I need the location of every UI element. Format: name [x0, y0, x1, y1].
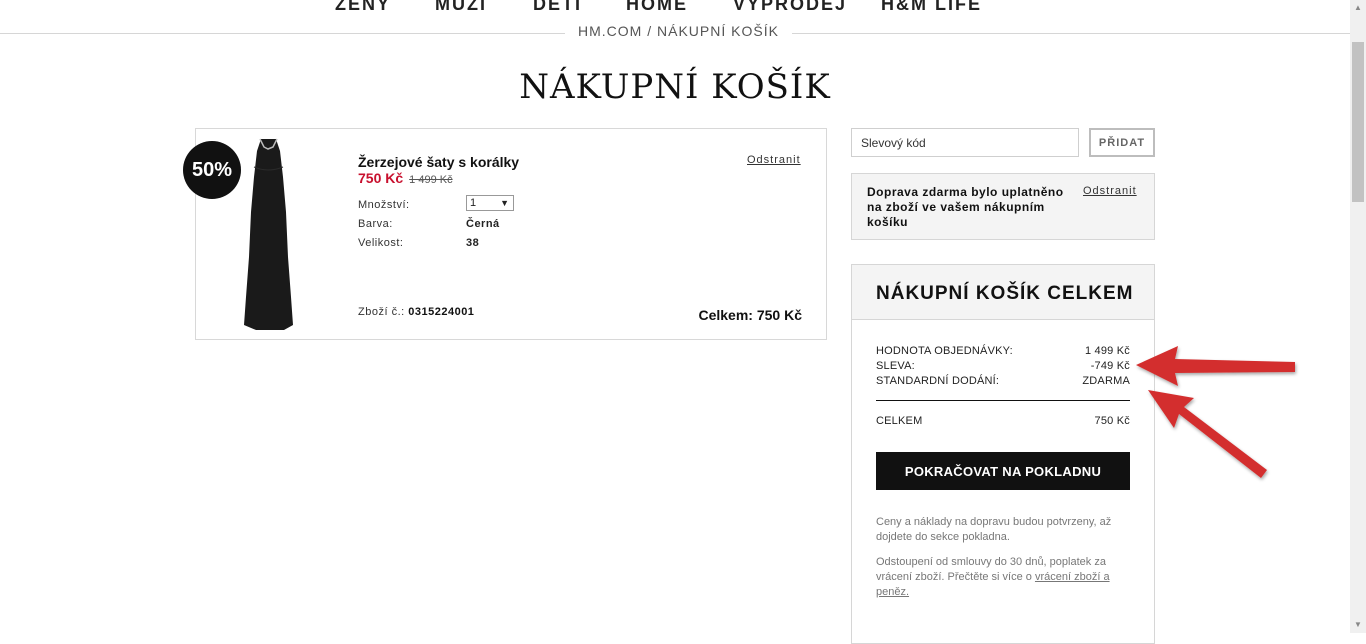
- discount-badge: 50%: [183, 141, 241, 199]
- add-promo-button[interactable]: PŘIDAT: [1089, 128, 1155, 157]
- summary-row-discount: SLEVA: -749 Kč: [876, 360, 1130, 372]
- free-shipping-text: Doprava zdarma bylo uplatněno na zboží v…: [867, 185, 1064, 229]
- cart-item: 50% Žerzejové šaty s korálky 750 Kč 1 499…: [183, 128, 827, 340]
- summary-row-value: 1 499 Kč: [1084, 345, 1130, 357]
- scroll-down-icon[interactable]: ▼: [1350, 617, 1366, 633]
- summary-row-label: STANDARDNÍ DODÁNÍ:: [876, 375, 1000, 387]
- page-title: NÁKUPNÍ KOŠÍK: [519, 67, 831, 107]
- summary-row-label: SLEVA:: [876, 360, 915, 372]
- checkout-button[interactable]: POKRAČOVAT NA POKLADNU: [876, 452, 1130, 490]
- summary-divider: [876, 400, 1130, 401]
- summary-row-value: -749 Kč: [1090, 360, 1130, 372]
- nav-item-men[interactable]: MUŽI: [435, 0, 487, 15]
- product-price: 750 Kč 1 499 Kč: [358, 170, 453, 188]
- nav-item-kids[interactable]: DĚTI: [533, 0, 582, 15]
- quantity-value: 1: [470, 197, 477, 209]
- nav-item-hm-life[interactable]: H&M LIFE: [881, 0, 982, 15]
- cart-summary: NÁKUPNÍ KOŠÍK CELKEM HODNOTA OBJEDNÁVKY:…: [851, 264, 1155, 644]
- summary-total-label: CELKEM: [876, 415, 923, 427]
- summary-title: NÁKUPNÍ KOŠÍK CELKEM: [876, 283, 1134, 304]
- color-label: Barva:: [358, 218, 393, 230]
- summary-row-shipping: STANDARDNÍ DODÁNÍ: ZDARMA: [876, 375, 1130, 387]
- vertical-scrollbar[interactable]: ▲ ▼: [1350, 0, 1366, 633]
- quantity-select[interactable]: 1 ▼: [466, 195, 514, 211]
- color-value: Černá: [466, 218, 500, 230]
- summary-row-label: HODNOTA OBJEDNÁVKY:: [876, 345, 1013, 357]
- product-image[interactable]: [236, 137, 301, 332]
- remove-shipping-link[interactable]: Odstranit: [1083, 185, 1137, 197]
- summary-row-total: CELKEM 750 Kč: [876, 415, 1130, 427]
- dropdown-arrow-icon: ▼: [500, 198, 509, 208]
- summary-total-value: 750 Kč: [1094, 415, 1130, 427]
- quantity-label: Množství:: [358, 199, 410, 211]
- item-total: Celkem: 750 Kč: [698, 307, 802, 323]
- price-confirmation-note: Ceny a náklady na dopravu budou potvrzen…: [876, 516, 1112, 543]
- product-sku: Zboží č.: 0315224001: [358, 306, 474, 318]
- summary-row-order-value: HODNOTA OBJEDNÁVKY: 1 499 Kč: [876, 345, 1130, 357]
- main-navigation: ŽENY MUŽI DĚTI HOME VÝPRODEJ H&M LIFE: [0, 0, 1350, 14]
- free-shipping-notice: Doprava zdarma bylo uplatněno na zboží v…: [851, 173, 1155, 240]
- size-label: Velikost:: [358, 237, 404, 249]
- sku-value: 0315224001: [408, 306, 475, 318]
- nav-item-sale[interactable]: VÝPRODEJ: [733, 0, 847, 15]
- size-value: 38: [466, 237, 480, 249]
- breadcrumb: HM.COM / NÁKUPNÍ KOŠÍK: [565, 23, 792, 39]
- breadcrumb-current: NÁKUPNÍ KOŠÍK: [657, 23, 779, 39]
- sku-label: Zboží č.:: [358, 306, 405, 318]
- promo-code-input[interactable]: [851, 128, 1079, 157]
- product-name[interactable]: Žerzejové šaty s korálky: [358, 154, 519, 170]
- arrow-pointing-shipping-icon: [1148, 390, 1267, 478]
- returns-note: Odstoupení od smlouvy do 30 dnů, poplate…: [876, 555, 1120, 600]
- remove-item-link[interactable]: Odstranit: [747, 154, 801, 166]
- annotation-arrows: [1136, 346, 1295, 478]
- summary-row-value: ZDARMA: [1082, 375, 1130, 387]
- breadcrumb-home-link[interactable]: HM.COM: [578, 23, 642, 39]
- nav-item-women[interactable]: ŽENY: [335, 0, 391, 15]
- summary-header: NÁKUPNÍ KOŠÍK CELKEM: [852, 265, 1154, 320]
- nav-item-home[interactable]: HOME: [626, 0, 688, 15]
- arrow-pointing-discount-icon: [1136, 346, 1295, 386]
- scrollbar-thumb[interactable]: [1352, 42, 1364, 202]
- scroll-up-icon[interactable]: ▲: [1350, 0, 1366, 16]
- price-old: 1 499 Kč: [409, 174, 453, 186]
- price-new: 750 Kč: [358, 170, 404, 186]
- breadcrumb-separator: /: [642, 23, 657, 39]
